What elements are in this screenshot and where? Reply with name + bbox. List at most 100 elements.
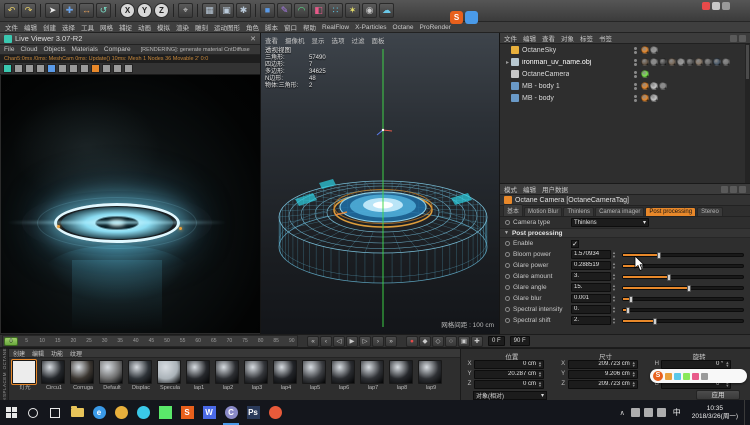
value-spinner[interactable]: ▲▼ [612,262,616,269]
qq-icon[interactable] [132,400,154,425]
perspective-viewport[interactable]: 查看 摄像机 显示 选项 过滤 面板 透视视图 三角形: 57490 四边形: 7 多边形: 346… [261,33,500,334]
material-thumbnail[interactable] [70,360,94,384]
attribute-tab[interactable]: Post processing [645,207,697,216]
tag-icon[interactable] [650,46,658,54]
material-thumbnail[interactable] [273,360,297,384]
object-manager-menu-item[interactable]: 文件 [504,33,517,43]
menu-item[interactable]: 脚本 [262,22,281,32]
prev-frame-button[interactable]: ◁ [333,335,345,347]
restart-icon[interactable] [14,64,23,73]
visibility-dots[interactable] [634,70,637,78]
history-forward-icon[interactable] [730,185,737,193]
object-name[interactable]: OctaneSky [522,47,556,54]
parameter-slider[interactable] [621,295,744,303]
picture-icon[interactable] [58,64,67,73]
material-item[interactable]: Default [99,360,127,392]
visibility-dots[interactable] [634,94,637,102]
render-view-icon[interactable]: ▦ [202,3,217,18]
section-collapse-icon[interactable]: ▼ [504,230,509,236]
menu-item[interactable]: 工具 [78,22,97,32]
photoshop-icon[interactable]: Ps [242,400,264,425]
material-item[interactable]: lap7 [360,360,388,392]
recorder-stop-icon[interactable] [722,2,730,10]
parameter-slider[interactable] [621,306,744,314]
material-thumbnail[interactable] [418,360,442,384]
rotate-icon[interactable]: ↺ [96,3,111,18]
tag-icon[interactable] [650,94,658,102]
menu-item[interactable]: 网格 [97,22,116,32]
menu-item[interactable]: 运动图形 [211,22,243,32]
viewport-menu-item[interactable]: 选项 [332,35,345,45]
y-axis-button[interactable]: Y [137,3,152,18]
tag-icon[interactable] [641,70,649,78]
value-spinner[interactable]: ▲▼ [538,360,542,368]
object-row[interactable]: MB - body [500,92,745,104]
sogou-tool-icon-0[interactable] [665,372,672,380]
material-item[interactable]: lap9 [418,360,446,392]
menu-item[interactable]: 模拟 [154,22,173,32]
viewport-menu-item[interactable]: 查看 [265,35,278,45]
search-icon[interactable] [730,34,737,42]
plugin-menu-item[interactable]: RealFlow [319,24,352,31]
plugin-menu-item[interactable]: X-Particles [352,24,389,31]
tag-icon[interactable] [677,58,685,66]
add-field-icon[interactable]: ∷ [328,3,343,18]
material-thumbnail[interactable] [11,359,37,385]
clay-mode-icon[interactable] [113,64,122,73]
menu-item[interactable]: 文件 [2,22,21,32]
menu-item[interactable]: 窗口 [281,22,300,32]
tag-icon[interactable] [668,58,676,66]
viewport-menu-item[interactable]: 过滤 [352,35,365,45]
sogou-input-bar[interactable]: S [650,369,747,383]
value-spinner[interactable]: ▲▼ [725,360,729,368]
render-region-icon[interactable] [69,64,78,73]
task-view-icon[interactable] [44,400,66,425]
parameter-slider[interactable] [621,284,744,292]
move-icon[interactable]: ✚ [62,3,77,18]
add-deformer-icon[interactable]: ◧ [311,3,326,18]
coordinate-input[interactable]: 0 °▲▼ [661,359,732,369]
object-manager-menu-item[interactable]: 对象 [561,33,574,43]
record-dot-icon[interactable] [702,2,710,10]
volume-icon[interactable] [643,408,653,417]
menu-item[interactable]: 渲染 [173,22,192,32]
sogou-icon[interactable]: S [176,400,198,425]
key-rotation-button[interactable]: ▣ [458,335,470,347]
cinema4d-icon[interactable]: C [220,400,242,425]
coordinate-input[interactable]: 20.287 cm ▲ ▼ [474,369,544,379]
material-thumbnail[interactable] [302,360,326,384]
material-thumbnail[interactable] [128,360,152,384]
sogou-tool-icon-2[interactable] [683,372,690,380]
material-item[interactable]: 灯光 [11,359,40,392]
attribute-tab[interactable]: Motion Blur [524,207,563,216]
pause-icon[interactable] [25,64,34,73]
file-explorer-icon[interactable] [66,400,88,425]
object-manager-menu-item[interactable]: 查看 [542,33,555,43]
slider-handle[interactable] [656,251,661,259]
menu-item[interactable]: 选择 [59,22,78,32]
object-name[interactable]: MB - body 1 [522,83,560,90]
object-row[interactable]: OctaneSky [500,44,745,56]
coordinate-input[interactable]: 0 cm ▲ ▼ [474,379,544,389]
add-spline-icon[interactable]: ✎ [277,3,292,18]
filter-icon[interactable] [739,34,746,42]
attribute-menu-item[interactable]: 编辑 [523,184,536,194]
object-row[interactable]: MB - body 1 [500,80,745,92]
tag-icon[interactable] [695,58,703,66]
tag-icon[interactable] [713,58,721,66]
start-button[interactable] [0,400,22,425]
material-thumbnail[interactable] [99,360,123,384]
coord-system-icon[interactable]: ⌖ [178,3,193,18]
expand-arrow-icon[interactable]: ▸ [504,59,511,66]
slider-handle[interactable] [666,273,671,281]
live-viewer-menu-item[interactable]: Compare [104,46,131,53]
post-processing-section-header[interactable]: ▼ Post processing [500,228,750,238]
material-thumbnail[interactable] [331,360,355,384]
material-item[interactable]: lap6 [331,360,359,392]
video-player-icon[interactable] [264,400,286,425]
pc-manager-icon[interactable] [465,11,478,24]
parameter-value-field[interactable]: 0.288519 [571,261,611,270]
coordinate-mode-dropdown[interactable]: 对象(相对) ▾ [473,390,547,400]
x-axis-button[interactable]: X [120,3,135,18]
next-key-button[interactable]: › [372,335,384,347]
